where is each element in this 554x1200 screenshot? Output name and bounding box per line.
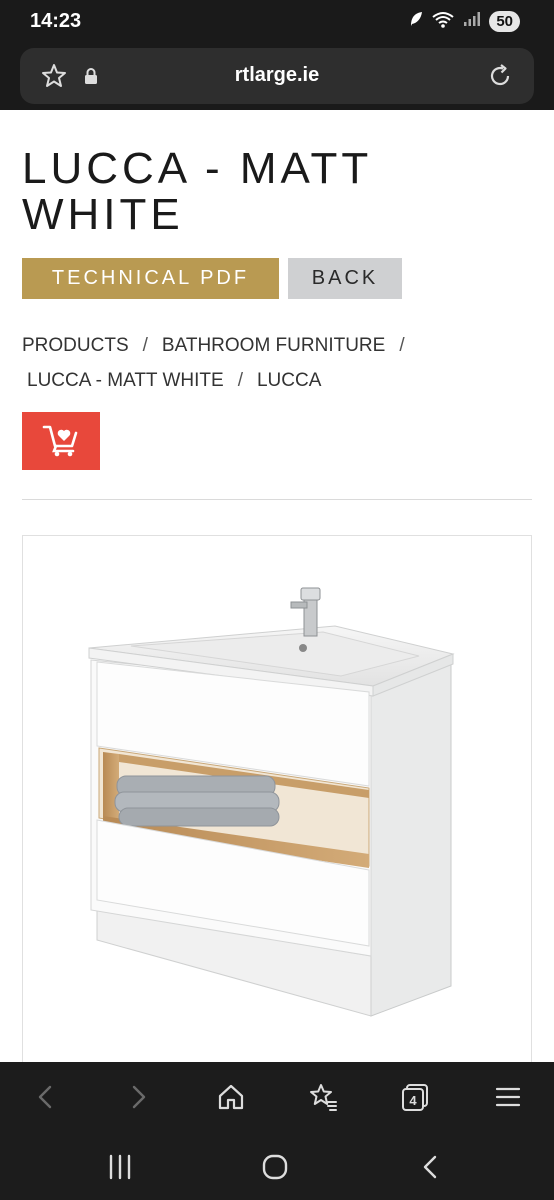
address-bar[interactable]: rtlarge.ie [20,48,534,104]
back-arrow-icon[interactable] [34,1082,58,1117]
status-time: 14:23 [30,10,82,32]
divider [22,499,532,500]
browser-toolbar: rtlarge.ie [0,46,554,110]
leaf-icon [409,11,423,32]
url-text[interactable]: rtlarge.ie [20,64,534,87]
breadcrumb-lucca[interactable]: LUCCA [257,370,321,391]
add-to-wishlist-button[interactable] [22,412,100,470]
android-navigation-bar [0,1134,554,1200]
back-button[interactable]: BACK [288,258,402,299]
status-icons: 50 [409,10,520,33]
tabs-icon[interactable]: 4 [400,1082,430,1117]
wifi-icon [431,10,455,33]
breadcrumb: PRODUCTS / BATHROOM FURNITURE / LUCCA - MAT… [22,328,522,398]
breadcrumb-separator: / [142,335,148,356]
signal-icon [463,11,481,32]
breadcrumb-bathroom-furniture[interactable]: BATHROOM FURNITURE [162,335,385,356]
vanity-unit-illustration [88,587,455,1017]
forward-arrow-icon[interactable] [126,1082,150,1117]
tab-count: 4 [409,1093,417,1108]
back-icon[interactable] [420,1154,442,1185]
status-bar: 14:23 50 [0,0,554,46]
recents-icon[interactable] [108,1154,132,1185]
web-page: LUCCA - MATT WHITE TECHNICAL PDF BACK PR… [0,110,554,1062]
product-image[interactable] [22,535,532,1062]
home-circle-icon[interactable] [262,1154,288,1185]
breadcrumb-products[interactable]: PRODUCTS [22,335,129,356]
product-title: LUCCA - MATT WHITE [22,144,372,239]
bookmarks-icon[interactable] [308,1082,338,1117]
menu-icon[interactable] [494,1082,522,1117]
reload-icon[interactable] [486,62,514,95]
breadcrumb-separator: / [237,370,243,391]
battery-indicator: 50 [489,11,520,32]
breadcrumb-line-2: LUCCA - MATT WHITE / LUCCA [22,363,522,398]
cart-heart-icon [41,425,81,461]
breadcrumb-separator: / [399,335,405,356]
technical-pdf-button[interactable]: TECHNICAL PDF [22,258,279,299]
home-icon[interactable] [216,1082,246,1117]
browser-bottom-bar: 4 [0,1062,554,1134]
breadcrumb-lucca-matt-white[interactable]: LUCCA - MATT WHITE [27,370,224,391]
breadcrumb-line-1: PRODUCTS / BATHROOM FURNITURE / [22,328,522,363]
